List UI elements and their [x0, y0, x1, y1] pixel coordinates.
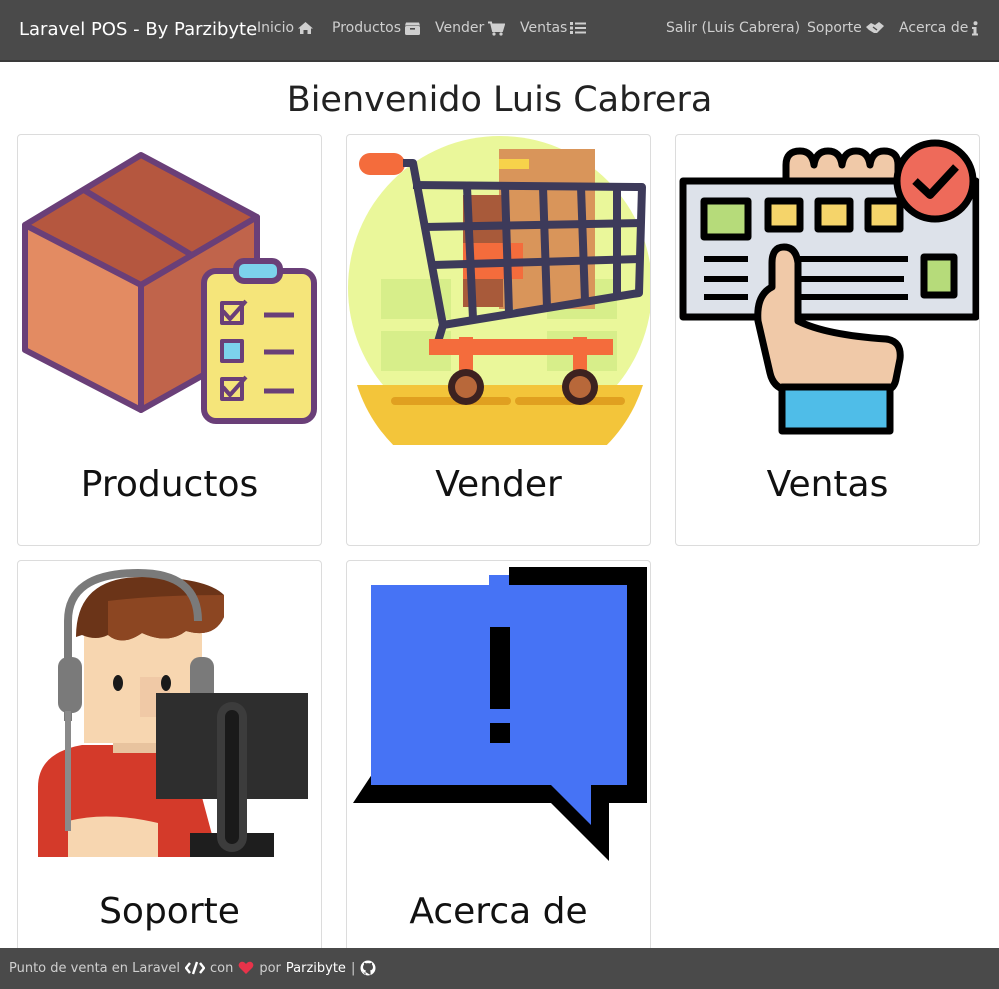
nav-item-label: Acerca de: [899, 20, 969, 36]
card-label: Ventas: [766, 464, 889, 505]
nav-item-acerca[interactable]: Acerca de: [899, 20, 979, 36]
box-icon: [405, 22, 421, 35]
home-icon: [298, 22, 314, 34]
nav-item-salir[interactable]: Salir (Luis Cabrera): [666, 20, 800, 36]
nav-item-label: Inicio: [257, 20, 295, 36]
support-agent-icon: [38, 568, 308, 857]
footer-text-before: Punto de venta en Laravel: [9, 960, 180, 976]
navbar-brand[interactable]: Laravel POS - By Parzibyte: [19, 19, 257, 40]
nav-item-productos[interactable]: Productos: [332, 20, 421, 36]
card-acerca[interactable]: Acerca de: [346, 560, 651, 960]
cart-icon: [488, 21, 506, 36]
footer-text-por: por: [259, 960, 281, 976]
card-productos[interactable]: Productos: [17, 134, 322, 546]
footer-separator: |: [350, 960, 356, 976]
payment-card-hand-icon: [679, 139, 979, 435]
footer: Punto de venta en Laravel con por Parzib…: [0, 948, 999, 989]
nav-item-vender[interactable]: Vender: [435, 20, 506, 36]
footer-text-con: con: [209, 960, 234, 976]
page-title: Bienvenido Luis Cabrera: [286, 80, 713, 120]
nav-item-soporte[interactable]: Soporte: [807, 20, 885, 36]
nav-item-label: Vender: [435, 20, 485, 36]
card-label: Productos: [80, 464, 259, 505]
nav-item-inicio[interactable]: Inicio: [257, 20, 314, 36]
heart-icon: [238, 961, 254, 974]
card-label: Soporte: [99, 891, 240, 932]
navbar: Laravel POS - By Parzibyte Inicio Produc…: [0, 0, 999, 62]
nav-item-label: Soporte: [807, 20, 862, 36]
card-vender[interactable]: Vender: [346, 134, 651, 546]
footer-text: Punto de venta en Laravel con por Parzib…: [9, 960, 376, 976]
nav-item-label: Productos: [332, 20, 402, 36]
info-icon: [972, 20, 979, 35]
card-soporte[interactable]: Soporte: [17, 560, 322, 960]
card-label: Vender: [435, 464, 562, 505]
author-link[interactable]: Parzibyte: [286, 961, 346, 976]
nav-item-label: Salir (Luis Cabrera): [666, 20, 801, 36]
nav-item-label: Ventas: [520, 20, 568, 36]
exclamation-speech-icon: [353, 561, 647, 861]
list-icon: [570, 22, 587, 34]
github-icon[interactable]: [360, 960, 376, 976]
card-ventas[interactable]: Ventas: [675, 134, 980, 546]
handshake-icon: [865, 22, 884, 33]
card-label: Acerca de: [409, 891, 588, 932]
shopping-cart-icon: [348, 136, 650, 445]
box-clipboard-icon: [22, 152, 317, 424]
code-icon: [184, 961, 205, 975]
nav-item-ventas[interactable]: Ventas: [520, 20, 587, 36]
